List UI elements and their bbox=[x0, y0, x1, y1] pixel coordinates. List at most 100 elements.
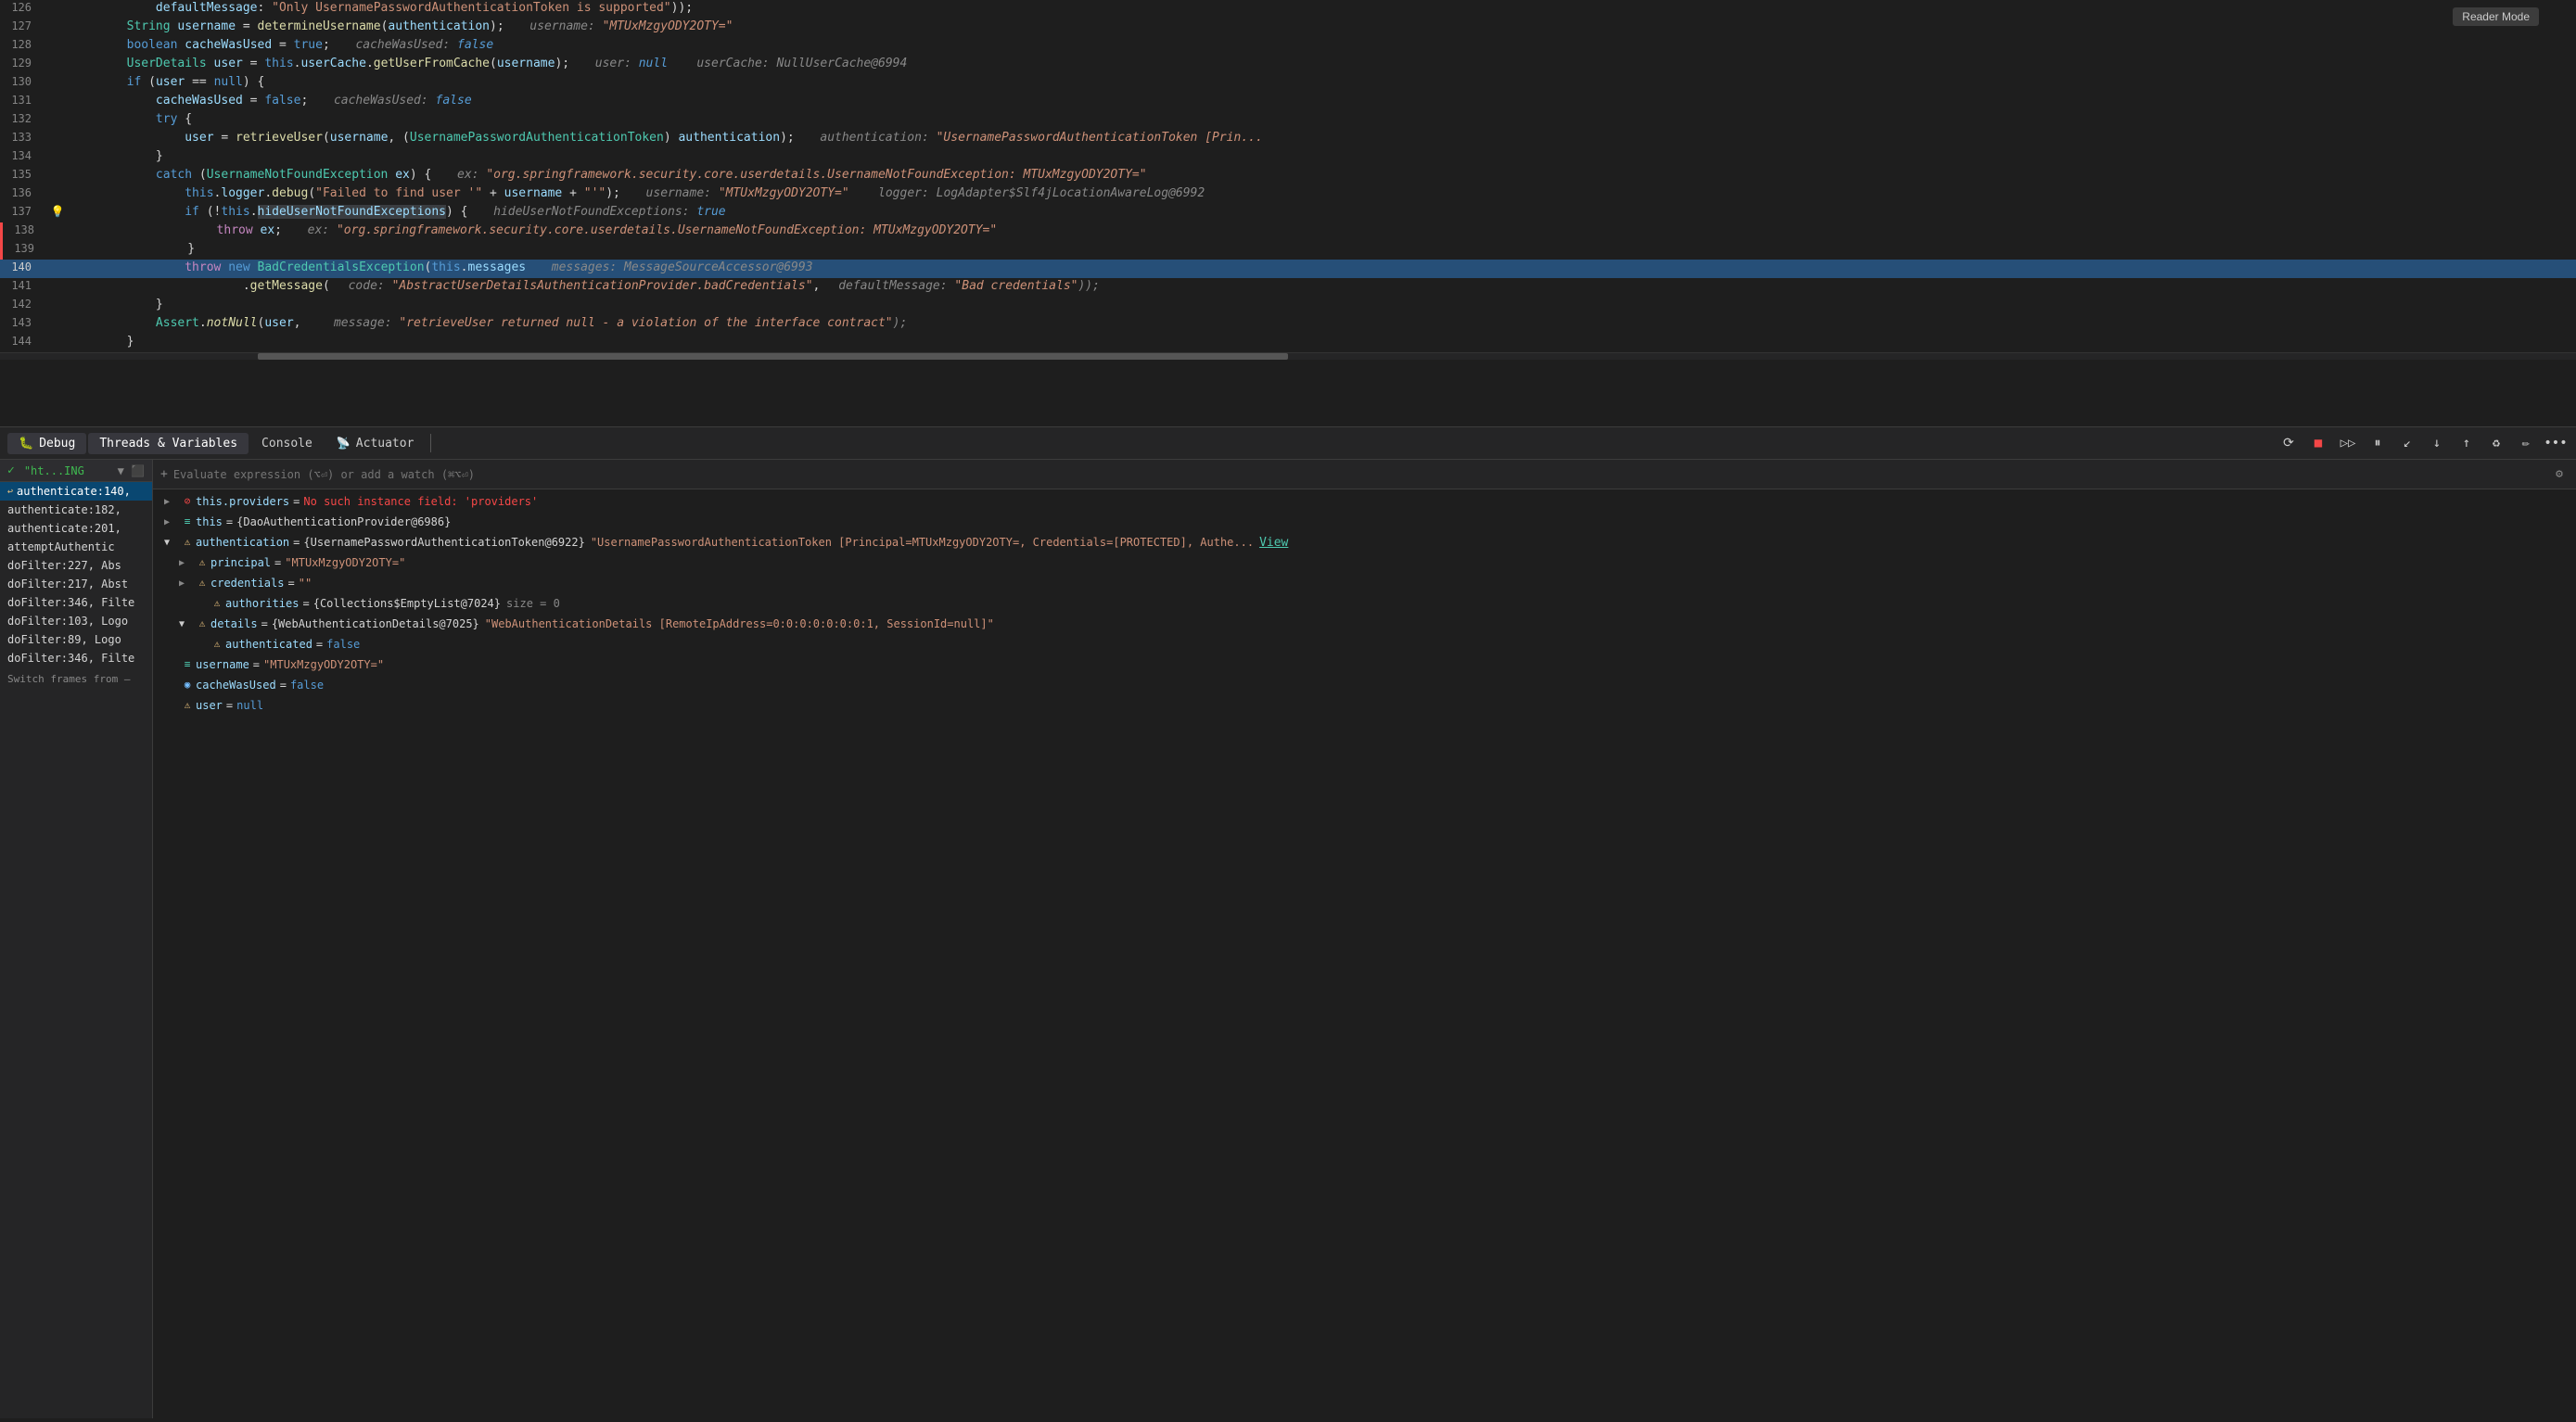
code-line-128: 128 boolean cacheWasUsed = true; cacheWa… bbox=[0, 37, 2576, 56]
expand-icon[interactable]: ▶ bbox=[179, 556, 194, 568]
pause-icon[interactable]: ⏸ bbox=[2365, 430, 2391, 456]
code-line-126: 126 defaultMessage: "Only UsernamePasswo… bbox=[0, 0, 2576, 19]
frame-item-2[interactable]: authenticate:201, bbox=[0, 519, 152, 538]
tab-threads-variables[interactable]: Threads & Variables bbox=[88, 433, 249, 454]
code-line-137: 137 💡 if (!this.hideUserNotFoundExceptio… bbox=[0, 204, 2576, 222]
info-icon: ⚠ bbox=[194, 577, 210, 589]
code-line-131: 131 cacheWasUsed = false; cacheWasUsed: … bbox=[0, 93, 2576, 111]
expand-icon[interactable]: ▶ bbox=[179, 577, 194, 589]
frame-label: authenticate:140, bbox=[17, 485, 131, 498]
var-row-username[interactable]: ≡ username = "MTUxMzgyODY2OTY=" bbox=[153, 656, 2576, 677]
expand-icon bbox=[194, 597, 209, 599]
expand-icon[interactable]: ▼ bbox=[164, 536, 179, 548]
step-into-icon[interactable]: ↓ bbox=[2424, 430, 2450, 456]
code-line-133: 133 user = retrieveUser(username, (Usern… bbox=[0, 130, 2576, 148]
session-check-icon: ✓ bbox=[7, 463, 15, 477]
frame-label: doFilter:103, Logo bbox=[7, 615, 128, 628]
expand-icon bbox=[164, 679, 179, 680]
info-icon: ⚠ bbox=[179, 699, 196, 711]
expand-icon[interactable]: ▼ bbox=[179, 617, 194, 629]
frame-item-3[interactable]: attemptAuthentic bbox=[0, 538, 152, 556]
code-line-134: 134 } bbox=[0, 148, 2576, 167]
var-row-providers[interactable]: ▶ ⊘ this.providers = No such instance fi… bbox=[153, 493, 2576, 514]
code-editor: Reader Mode 126 defaultMessage: "Only Us… bbox=[0, 0, 2576, 426]
var-row-authenticated[interactable]: ⚠ authenticated = false bbox=[153, 636, 2576, 656]
frame-label: doFilter:346, Filte bbox=[7, 596, 134, 609]
frame-item-0[interactable]: ↩ authenticate:140, bbox=[0, 482, 152, 501]
filter-icon[interactable]: ▼ ⬛ bbox=[118, 464, 145, 477]
list-icon: ≡ bbox=[179, 658, 196, 670]
session-bar: ✓ "ht...ING ▼ ⬛ bbox=[0, 460, 152, 482]
code-line-129: 129 UserDetails user = this.userCache.ge… bbox=[0, 56, 2576, 74]
code-line-127: 127 String username = determineUsername(… bbox=[0, 19, 2576, 37]
frame-label: doFilter:346, Filte bbox=[7, 652, 134, 665]
var-row-this[interactable]: ▶ ≡ this = {DaoAuthenticationProvider@69… bbox=[153, 514, 2576, 534]
stop-icon[interactable]: ■ bbox=[2305, 430, 2331, 456]
frame-item-6[interactable]: doFilter:346, Filte bbox=[0, 593, 152, 612]
info-icon: ⚠ bbox=[209, 638, 225, 650]
var-row-details[interactable]: ▼ ⚠ details = {WebAuthenticationDetails@… bbox=[153, 616, 2576, 636]
evaluate-icon[interactable]: ✏ bbox=[2513, 430, 2539, 456]
eval-bar: + ⚙ bbox=[153, 460, 2576, 489]
frame-label: doFilter:227, Abs bbox=[7, 559, 121, 572]
info-icon: ⚠ bbox=[194, 556, 210, 568]
code-line-141: 141 .getMessage( code: "AbstractUserDeta… bbox=[0, 278, 2576, 297]
frames-panel: ✓ "ht...ING ▼ ⬛ ↩ authenticate:140, auth… bbox=[0, 460, 153, 1418]
code-line-139: 139 } bbox=[0, 241, 2576, 260]
var-row-credentials[interactable]: ▶ ⚠ credentials = "" bbox=[153, 575, 2576, 595]
frame-item-8[interactable]: doFilter:89, Logo bbox=[0, 630, 152, 649]
resume-icon[interactable]: ▷▷ bbox=[2335, 430, 2361, 456]
eval-input[interactable] bbox=[173, 468, 2556, 481]
frame-label: doFilter:217, Abst bbox=[7, 578, 128, 590]
debug-toolbar: 🐛 Debug Threads & Variables Console 📡 Ac… bbox=[0, 426, 2576, 460]
frame-label: attemptAuthentic bbox=[7, 540, 115, 553]
code-line-143: 143 Assert.notNull(user, message: "retri… bbox=[0, 315, 2576, 334]
run-to-cursor-icon[interactable]: ♻ bbox=[2483, 430, 2509, 456]
step-over-icon[interactable]: ↙ bbox=[2394, 430, 2420, 456]
info-icon: ⚠ bbox=[194, 617, 210, 629]
tab-actuator[interactable]: 📡 Actuator bbox=[325, 433, 426, 454]
variables-panel: + ⚙ ▶ ⊘ this.providers = No such instanc… bbox=[153, 460, 2576, 1418]
var-row-authentication[interactable]: ▼ ⚠ authentication = {UsernamePasswordAu… bbox=[153, 534, 2576, 554]
expand-icon bbox=[164, 658, 179, 660]
blue-icon: ◉ bbox=[179, 679, 196, 691]
frame-item-1[interactable]: authenticate:182, bbox=[0, 501, 152, 519]
debug-panel: ✓ "ht...ING ▼ ⬛ ↩ authenticate:140, auth… bbox=[0, 460, 2576, 1418]
var-row-user[interactable]: ⚠ user = null bbox=[153, 697, 2576, 717]
eval-settings-icon[interactable]: ⚙ bbox=[2556, 467, 2563, 481]
expand-icon bbox=[164, 699, 179, 701]
frame-label: authenticate:201, bbox=[7, 522, 121, 535]
code-line-138: 138 throw ex; ex: "org.springframework.s… bbox=[0, 222, 2576, 241]
var-row-authorities[interactable]: ⚠ authorities = {Collections$EmptyList@7… bbox=[153, 595, 2576, 616]
more-options-icon[interactable]: ••• bbox=[2543, 430, 2569, 456]
frame-active-icon: ↩ bbox=[7, 487, 13, 497]
code-horizontal-scrollbar[interactable] bbox=[0, 352, 2576, 360]
frame-item-9[interactable]: doFilter:346, Filte bbox=[0, 649, 152, 667]
switch-frames-button[interactable]: Switch frames from — bbox=[0, 667, 152, 691]
view-link[interactable]: View bbox=[1259, 536, 1288, 550]
code-line-132: 132 try { bbox=[0, 111, 2576, 130]
eval-add-icon[interactable]: + bbox=[160, 467, 168, 481]
tab-debug[interactable]: 🐛 Debug bbox=[7, 433, 86, 454]
lightbulb-icon: 💡 bbox=[51, 205, 65, 218]
frame-label: doFilter:89, Logo bbox=[7, 633, 121, 646]
expand-icon[interactable]: ▶ bbox=[164, 495, 179, 507]
step-out-icon[interactable]: ↑ bbox=[2454, 430, 2480, 456]
expand-icon bbox=[194, 638, 209, 640]
variable-tree: ▶ ⊘ this.providers = No such instance fi… bbox=[153, 489, 2576, 721]
restart-icon[interactable]: ⟳ bbox=[2276, 430, 2302, 456]
tab-console[interactable]: Console bbox=[250, 433, 324, 454]
frame-item-4[interactable]: doFilter:227, Abs bbox=[0, 556, 152, 575]
code-line-136: 136 this.logger.debug("Failed to find us… bbox=[0, 185, 2576, 204]
session-name: "ht...ING bbox=[24, 464, 112, 477]
debug-toolbar-icons: ⟳ ■ ▷▷ ⏸ ↙ ↓ ↑ ♻ ✏ ••• bbox=[2276, 430, 2569, 456]
error-icon: ⊘ bbox=[179, 495, 196, 507]
frame-item-5[interactable]: doFilter:217, Abst bbox=[0, 575, 152, 593]
code-line-130: 130 if (user == null) { bbox=[0, 74, 2576, 93]
code-line-144: 144 } bbox=[0, 334, 2576, 352]
var-row-cachewasused[interactable]: ◉ cacheWasUsed = false bbox=[153, 677, 2576, 697]
list-icon: ≡ bbox=[179, 515, 196, 527]
frame-item-7[interactable]: doFilter:103, Logo bbox=[0, 612, 152, 630]
var-row-principal[interactable]: ▶ ⚠ principal = "MTUxMzgyODY2OTY=" bbox=[153, 554, 2576, 575]
expand-icon[interactable]: ▶ bbox=[164, 515, 179, 527]
